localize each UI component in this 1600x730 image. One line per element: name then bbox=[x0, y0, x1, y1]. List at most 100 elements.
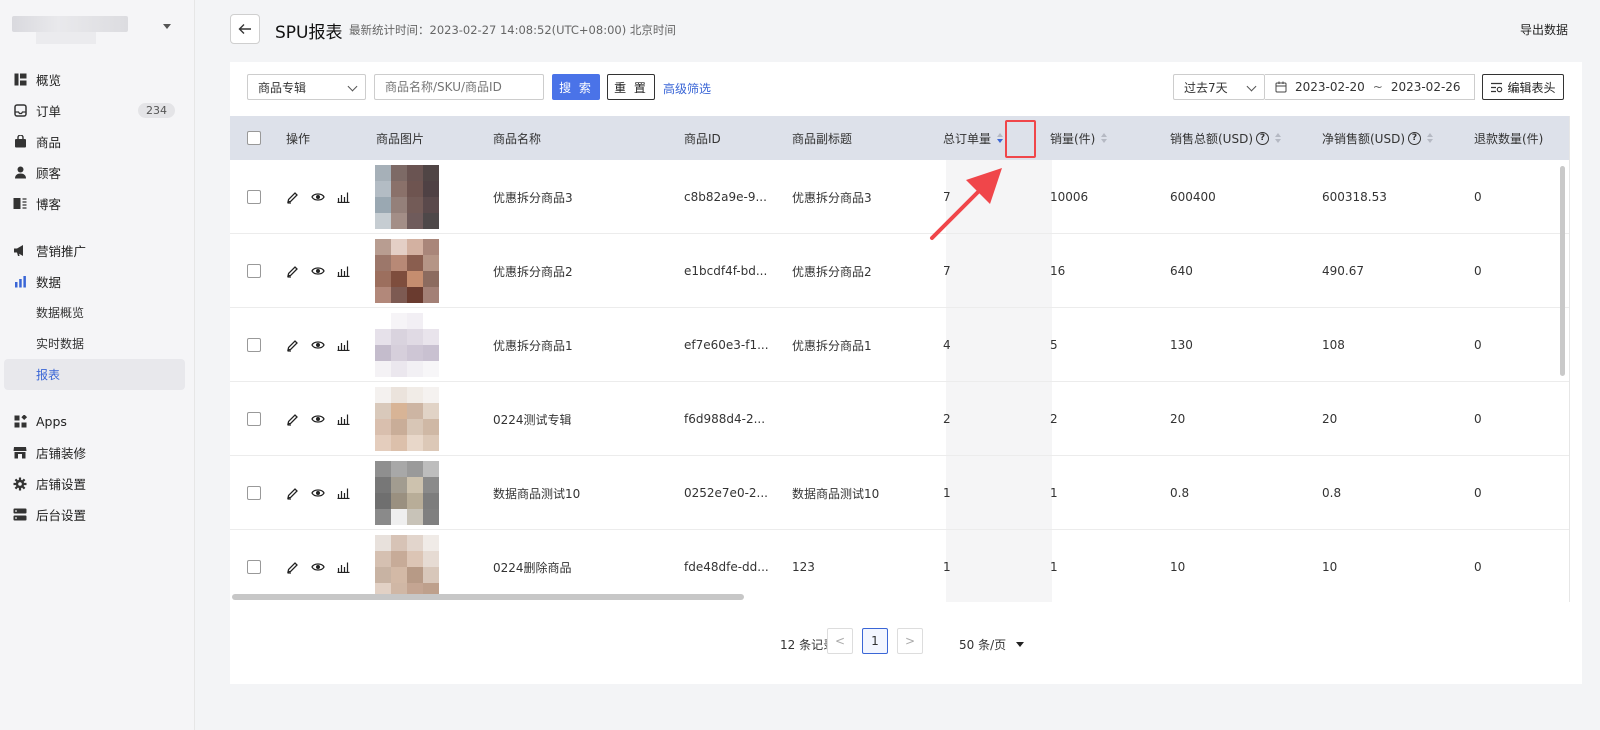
pagination: 12 条记录 < 1 > 50 条/页 bbox=[230, 628, 1582, 658]
sidebar-item-blog[interactable]: 博客 bbox=[0, 188, 195, 219]
row-checkbox[interactable] bbox=[247, 530, 261, 602]
arrow-left-icon bbox=[238, 24, 251, 34]
search-button[interactable]: 搜 索 bbox=[552, 74, 600, 100]
edit-columns-button[interactable]: 编辑表头 bbox=[1482, 74, 1564, 100]
reset-button[interactable]: 重 置 bbox=[607, 74, 655, 100]
table-header: 操作 商品图片 商品名称 商品ID 商品副标题 总订单量 销量(件) 销售总额(… bbox=[230, 116, 1569, 160]
edit-pencil-icon[interactable] bbox=[286, 339, 299, 352]
search-input[interactable] bbox=[374, 74, 544, 100]
sidebar-item-products[interactable]: 商品 bbox=[0, 126, 195, 157]
blog-icon bbox=[13, 197, 27, 211]
view-eye-icon[interactable] bbox=[311, 487, 325, 499]
caret-down-icon bbox=[163, 24, 171, 29]
col-orders-header[interactable]: 总订单量 bbox=[943, 116, 1004, 160]
sidebar-subitem-reports[interactable]: 报表 bbox=[4, 359, 185, 390]
refund-qty: 0 bbox=[1474, 412, 1482, 426]
report-card: 商品专辑 搜 索 重 置 高级筛选 过去7天 2023-02-20 ~ 2023… bbox=[230, 62, 1582, 684]
next-page-button[interactable]: > bbox=[897, 628, 923, 654]
col-subtitle: 商品副标题 bbox=[792, 131, 853, 146]
server-icon bbox=[13, 508, 27, 522]
stats-bar-chart-icon[interactable] bbox=[337, 191, 350, 203]
edit-pencil-icon[interactable] bbox=[286, 191, 299, 204]
sidebar-item-apps[interactable]: Apps bbox=[0, 406, 195, 437]
sales-total: 640 bbox=[1170, 264, 1193, 278]
sidebar-subitem-data-overview[interactable]: 数据概览 bbox=[0, 297, 195, 328]
product-name: 0224删除商品 bbox=[493, 560, 572, 575]
store-subtitle-blurred bbox=[36, 32, 96, 44]
annotation-highlight-box bbox=[1005, 120, 1036, 158]
sidebar-item-overview[interactable]: 概览 bbox=[0, 64, 195, 95]
edit-pencil-icon[interactable] bbox=[286, 265, 299, 278]
export-data-button[interactable]: 导出数据 bbox=[1520, 21, 1568, 38]
stats-bar-chart-icon[interactable] bbox=[337, 339, 350, 351]
help-icon[interactable]: ? bbox=[1408, 131, 1422, 145]
order-count-badge: 234 bbox=[138, 103, 175, 118]
row-checkbox[interactable] bbox=[247, 234, 261, 308]
sidebar-item-label: 博客 bbox=[36, 197, 62, 212]
date-start: 2023-02-20 bbox=[1295, 80, 1365, 94]
product-image bbox=[375, 234, 439, 308]
product-name: 优惠拆分商品2 bbox=[493, 264, 573, 279]
prev-page-button[interactable]: < bbox=[827, 628, 853, 654]
view-eye-icon[interactable] bbox=[311, 265, 325, 277]
stats-bar-chart-icon[interactable] bbox=[337, 265, 350, 277]
product-subtitle: 优惠拆分商品2 bbox=[792, 264, 872, 279]
help-icon[interactable]: ? bbox=[1256, 131, 1270, 145]
edit-pencil-icon[interactable] bbox=[286, 413, 299, 426]
sidebar-item-store-settings[interactable]: 店铺设置 bbox=[0, 468, 195, 499]
stats-bar-chart-icon[interactable] bbox=[337, 487, 350, 499]
sidebar-item-label: 店铺装修 bbox=[36, 446, 87, 461]
row-checkbox[interactable] bbox=[247, 308, 261, 382]
col-refund-header[interactable]: 退款数量(件) bbox=[1474, 116, 1543, 160]
advanced-filter-link[interactable]: 高级筛选 bbox=[663, 80, 711, 97]
col-sales-header[interactable]: 销售总额(USD) ? bbox=[1170, 116, 1282, 160]
horizontal-scrollbar[interactable] bbox=[232, 594, 744, 600]
date-separator: ~ bbox=[1372, 80, 1383, 94]
sort-toggle-icon[interactable] bbox=[997, 133, 1004, 143]
net-sales: 10 bbox=[1322, 560, 1338, 574]
back-button[interactable] bbox=[230, 14, 260, 44]
stats-bar-chart-icon[interactable] bbox=[337, 413, 350, 425]
view-eye-icon[interactable] bbox=[311, 561, 325, 573]
date-range-picker[interactable]: 2023-02-20 ~ 2023-02-26 bbox=[1265, 74, 1475, 100]
sidebar-item-marketing[interactable]: 营销推广 bbox=[0, 235, 195, 266]
shopping-bag-icon bbox=[13, 135, 27, 149]
store-switcher[interactable] bbox=[8, 14, 188, 44]
row-checkbox[interactable] bbox=[247, 456, 261, 530]
sidebar-item-customers[interactable]: 顾客 bbox=[0, 157, 195, 188]
page-size-value: 50 条/页 bbox=[959, 638, 1007, 652]
sidebar-subitem-realtime-data[interactable]: 实时数据 bbox=[0, 328, 195, 359]
col-qty-header[interactable]: 销量(件) bbox=[1050, 116, 1108, 160]
page-size-select[interactable]: 50 条/页 bbox=[959, 636, 1025, 653]
row-checkbox[interactable] bbox=[247, 382, 261, 456]
view-eye-icon[interactable] bbox=[311, 191, 325, 203]
range-select[interactable]: 过去7天 bbox=[1173, 74, 1265, 100]
sidebar-item-label: 订单 bbox=[36, 104, 62, 119]
row-checkbox[interactable] bbox=[247, 160, 261, 234]
page-1-button[interactable]: 1 bbox=[862, 628, 888, 654]
stats-bar-chart-icon[interactable] bbox=[337, 561, 350, 573]
row-actions bbox=[286, 160, 350, 234]
sidebar-item-data[interactable]: 数据 bbox=[0, 266, 195, 297]
sidebar-item-store-design[interactable]: 店铺装修 bbox=[0, 437, 195, 468]
sort-toggle-icon[interactable] bbox=[1427, 133, 1434, 143]
sidebar-item-label: 数据 bbox=[36, 275, 62, 290]
sidebar-item-admin-settings[interactable]: 后台设置 bbox=[0, 499, 195, 530]
edit-pencil-icon[interactable] bbox=[286, 487, 299, 500]
col-net-header[interactable]: 净销售额(USD) ? bbox=[1322, 116, 1434, 160]
view-eye-icon[interactable] bbox=[311, 339, 325, 351]
view-eye-icon[interactable] bbox=[311, 413, 325, 425]
edit-pencil-icon[interactable] bbox=[286, 561, 299, 574]
total-orders: 1 bbox=[943, 486, 951, 500]
sort-toggle-icon[interactable] bbox=[1101, 133, 1108, 143]
album-select[interactable]: 商品专辑 bbox=[247, 74, 366, 100]
sidebar-item-label: 商品 bbox=[36, 135, 62, 150]
order-inbox-icon bbox=[13, 104, 27, 118]
product-subtitle: 优惠拆分商品1 bbox=[792, 338, 872, 353]
select-all-checkbox[interactable] bbox=[247, 116, 261, 160]
total-orders: 1 bbox=[943, 560, 951, 574]
sidebar-item-orders[interactable]: 订单 234 bbox=[0, 95, 195, 126]
vertical-scrollbar[interactable] bbox=[1560, 166, 1565, 376]
col-image: 商品图片 bbox=[376, 131, 425, 146]
sort-toggle-icon[interactable] bbox=[1275, 133, 1282, 143]
